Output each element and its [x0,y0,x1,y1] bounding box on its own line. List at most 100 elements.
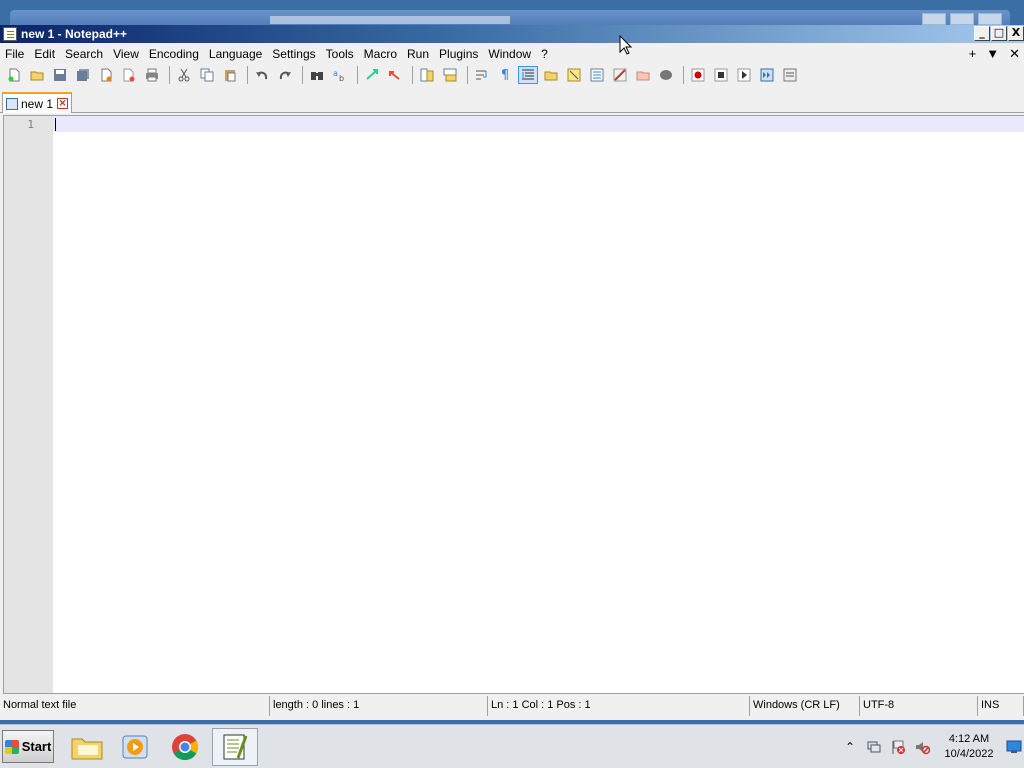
media-player-icon [122,735,148,759]
clock[interactable]: 4:12 AM 10/4/2022 [934,732,1004,762]
network-icon[interactable] [866,739,882,755]
menu-encoding[interactable]: Encoding [144,47,204,61]
maximize-button[interactable]: □ [991,26,1007,41]
monitoring-icon[interactable] [656,66,676,84]
menu-view[interactable]: View [108,47,144,61]
paste-icon[interactable] [220,66,240,84]
menu-window[interactable]: Window [483,47,536,61]
find-icon[interactable] [307,66,327,84]
svg-text:b: b [339,74,344,82]
clock-date: 10/4/2022 [944,748,994,760]
status-length: length : 0 lines : 1 [270,696,488,716]
open-file-icon[interactable] [27,66,47,84]
show-all-characters-icon[interactable]: ¶ [495,66,515,84]
zoom-out-icon[interactable] [385,66,405,84]
menu-search[interactable]: Search [60,47,108,61]
save-macro-icon[interactable] [780,66,800,84]
indent-guide-icon[interactable] [518,66,538,84]
toolbar-separator [302,66,303,84]
run-macro-multiple-icon[interactable] [757,66,777,84]
start-button[interactable]: Start [2,730,54,763]
close-all-icon[interactable] [119,66,139,84]
notepad-app-icon[interactable] [3,27,17,41]
document-map-icon[interactable] [564,66,584,84]
close-button[interactable]: X [1008,26,1024,41]
monitor-icon [1006,740,1022,753]
window-controls: _ □ X [974,26,1024,41]
show-desktop-button[interactable] [1004,727,1024,767]
status-eol[interactable]: Windows (CR LF) [750,696,860,716]
background-window-title [270,16,510,24]
folder-as-workspace-icon[interactable] [541,66,561,84]
toolbar-separator [683,66,684,84]
tab-bar: new 1 ✕ [0,91,1024,113]
taskbar: Start ⌃ 4:12 AM 10/4/2022 [0,724,1024,768]
playback-macro-icon[interactable] [734,66,754,84]
window-title: new 1 - Notepad++ [21,27,128,41]
sync-horizontal-icon[interactable] [440,66,460,84]
toolbar-separator [169,66,170,84]
line-number: 1 [27,118,34,131]
tab-label: new 1 [21,96,54,111]
open-folder-icon[interactable] [633,66,653,84]
toolbar-separator [247,66,248,84]
new-tab-plus-icon[interactable]: + [969,46,977,61]
save-all-icon[interactable] [73,66,93,84]
menu-edit[interactable]: Edit [29,47,60,61]
menu-tools[interactable]: Tools [321,47,359,61]
taskbar-chrome[interactable] [162,728,208,766]
tab-new-1[interactable]: new 1 ✕ [2,92,72,113]
volume-muted-icon[interactable] [914,739,930,755]
title-bar[interactable]: new 1 - Notepad++ _ □ X [0,25,1024,43]
menu-settings[interactable]: Settings [267,47,320,61]
sync-vertical-icon[interactable] [417,66,437,84]
text-caret [55,118,56,131]
replace-icon[interactable]: ab [330,66,350,84]
word-wrap-icon[interactable] [472,66,492,84]
menu-language[interactable]: Language [204,47,267,61]
text-editor[interactable]: 1 [3,115,1024,694]
menu-help[interactable]: ? [536,47,553,61]
function-list-icon[interactable] [587,66,607,84]
new-file-icon[interactable] [4,66,24,84]
copy-icon[interactable] [197,66,217,84]
taskbar-notepadpp[interactable] [212,728,258,766]
print-icon[interactable] [142,66,162,84]
menu-bar: File Edit Search View Encoding Language … [0,44,1024,63]
stop-recording-icon[interactable] [711,66,731,84]
clock-time: 4:12 AM [948,733,990,745]
taskbar-media-player[interactable] [112,728,158,766]
menu-file[interactable]: File [0,47,29,61]
taskbar-explorer[interactable] [64,728,110,766]
zoom-in-icon[interactable] [362,66,382,84]
current-line-highlight [53,116,1024,132]
line-number-gutter: 1 [4,116,53,693]
undo-icon[interactable] [252,66,272,84]
show-hidden-icons-icon[interactable]: ⌃ [842,739,858,755]
tab-list-dropdown-icon[interactable]: ▼ [986,46,999,61]
close-document-icon[interactable]: ✕ [1009,46,1020,62]
menu-plugins[interactable]: Plugins [434,47,483,61]
toolbar: ab ¶ [0,64,1024,86]
toolbar-separator [412,66,413,84]
record-macro-icon[interactable] [688,66,708,84]
close-file-icon[interactable] [96,66,116,84]
cut-icon[interactable] [174,66,194,84]
file-icon [6,97,18,110]
menu-macro[interactable]: Macro [359,47,402,61]
notepadpp-icon [223,734,248,760]
status-encoding[interactable]: UTF-8 [860,696,978,716]
tab-close-icon[interactable]: ✕ [57,98,69,109]
redo-icon[interactable] [275,66,295,84]
status-insert-mode[interactable]: INS [978,696,1024,716]
start-label: Start [21,739,52,754]
save-icon[interactable] [50,66,70,84]
user-defined-language-icon[interactable] [610,66,630,84]
action-center-flag-icon[interactable] [890,739,906,755]
mouse-cursor-icon [619,35,633,55]
menu-run[interactable]: Run [402,47,434,61]
toolbar-separator [467,66,468,84]
minimize-button[interactable]: _ [974,26,990,41]
notepadpp-window: new 1 - Notepad++ _ □ X File Edit Search… [0,25,1024,720]
chrome-icon [172,734,199,761]
